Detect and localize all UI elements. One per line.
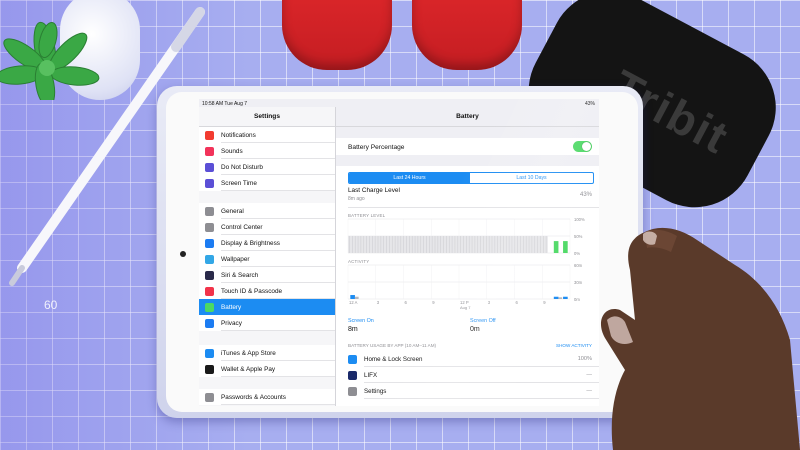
sidebar-item-label: Sounds xyxy=(221,147,243,155)
x-tick-label: 9 xyxy=(432,300,435,305)
chart-bar-secondary xyxy=(558,297,563,299)
hourglass-icon xyxy=(205,178,214,188)
sidebar-item-general[interactable]: General xyxy=(199,203,335,219)
headphones-right-cup xyxy=(412,0,522,70)
status-bar: 10:58 AM Tue Aug 7 43% xyxy=(199,99,599,107)
wallpaper-icon xyxy=(205,254,214,264)
settings-gear-icon xyxy=(348,386,357,396)
app-usage-row[interactable]: Settings — xyxy=(336,383,599,399)
mat-number: 60 xyxy=(44,298,58,312)
sidebar-item-notifications[interactable]: Notifications xyxy=(199,127,335,143)
home-lock-icon xyxy=(348,354,357,364)
x-date-label: Aug 7 xyxy=(460,305,471,310)
app-store-icon xyxy=(205,348,214,358)
screen-off-value: 0m xyxy=(470,326,480,333)
sidebar-title: Settings xyxy=(253,113,280,120)
sidebar-item-privacy[interactable]: Privacy xyxy=(199,315,335,331)
x-tick-label: 12 A xyxy=(349,300,358,305)
chart-bar xyxy=(350,295,355,299)
front-camera xyxy=(180,251,186,257)
sidebar-item-itunes-app-store[interactable]: iTunes & App Store xyxy=(199,345,335,361)
screen-on-label: Screen On xyxy=(348,318,374,324)
sidebar-item-label: General xyxy=(221,207,244,215)
y-tick-label: 0m xyxy=(574,297,580,302)
x-tick-label: 9 xyxy=(543,300,546,305)
notifications-icon xyxy=(205,130,214,140)
chart-bar xyxy=(563,296,568,299)
screen-on-value: 8m xyxy=(348,326,358,333)
y-tick-label: 0% xyxy=(574,251,580,256)
sidebar-item-label: Touch ID & Passcode xyxy=(221,287,283,295)
sounds-icon xyxy=(205,146,214,156)
hand-icon xyxy=(205,318,214,328)
screen-off-label: Screen Off xyxy=(470,318,496,324)
chart-bar xyxy=(553,241,559,253)
row-separator xyxy=(364,398,599,399)
app-usage-row[interactable]: Home & Lock Screen 100% xyxy=(336,351,599,367)
fingerprint-icon xyxy=(205,286,214,296)
headphones-left-cup xyxy=(282,0,392,70)
y-tick-label: 60m xyxy=(574,263,583,268)
x-tick-label: 3 xyxy=(488,300,491,305)
key-icon xyxy=(205,392,214,402)
status-time: 10:58 AM Tue Aug 7 xyxy=(202,100,248,107)
status-battery: 43% xyxy=(584,100,595,107)
sidebar-item-label: Control Center xyxy=(221,223,263,231)
sidebar-item-label: Do Not Disturb xyxy=(221,163,263,171)
sidebar-item-label: Display & Brightness xyxy=(221,239,280,247)
chart-bar xyxy=(553,296,559,299)
battery-detail-pane: Battery Battery Percentage Last 24 Hours… xyxy=(336,107,599,406)
aa-icon xyxy=(205,238,214,248)
x-tick-label: 3 xyxy=(377,300,380,305)
moon-icon xyxy=(205,162,214,172)
app-name: Settings xyxy=(364,387,387,395)
sidebar-item-do-not-disturb[interactable]: Do Not Disturb xyxy=(199,159,335,175)
row-separator xyxy=(221,190,335,191)
sidebar-item-label: Privacy xyxy=(221,319,242,327)
sidebar-item-label: iTunes & App Store xyxy=(221,349,276,357)
sidebar-item-label: Wallpaper xyxy=(221,255,250,263)
switches-icon xyxy=(205,222,214,232)
row-separator xyxy=(221,376,335,377)
sidebar-item-label: Passwords & Accounts xyxy=(221,393,287,401)
app-usage-row[interactable]: LIFX — xyxy=(336,367,599,383)
sidebar-item-screen-time[interactable]: Screen Time xyxy=(199,175,335,191)
sidebar-item-wallet-apple-pay[interactable]: Wallet & Apple Pay xyxy=(199,361,335,377)
y-tick-label: 30m xyxy=(574,280,583,285)
battery-icon xyxy=(205,302,214,312)
sidebar-item-label: Wallet & Apple Pay xyxy=(221,365,276,373)
app-name: Home & Lock Screen xyxy=(364,355,423,363)
ipad-screen: 10:58 AM Tue Aug 7 43% Settings Notifica… xyxy=(199,99,599,406)
hand xyxy=(600,227,800,450)
sidebar-item-battery[interactable]: Battery xyxy=(199,299,335,315)
app-name: LIFX xyxy=(364,371,378,379)
wallet-icon xyxy=(205,364,214,374)
y-tick-label: 50% xyxy=(574,234,583,239)
sidebar-item-display-brightness[interactable]: Display & Brightness xyxy=(199,235,335,251)
x-tick-label: 6 xyxy=(405,300,408,305)
sidebar-item-sounds[interactable]: Sounds xyxy=(199,143,335,159)
sidebar-item-siri-search[interactable]: Siri & Search xyxy=(199,267,335,283)
settings-sidebar: Settings Notifications Sounds Do Not Distu… xyxy=(199,107,336,406)
chart-bar-secondary xyxy=(354,296,359,299)
chart-bar xyxy=(563,241,568,253)
row-separator xyxy=(221,404,335,405)
battery-charts: 100%50%0%60m30m0m12 A 3 6 9 12 P 3 6 9Aug 7 xyxy=(347,217,585,310)
sidebar-item-label: Siri & Search xyxy=(221,271,259,279)
sidebar-item-label: Notifications xyxy=(221,131,256,139)
y-tick-label: 100% xyxy=(574,217,585,222)
sidebar-item-label: Screen Time xyxy=(221,179,257,187)
sidebar-item-label: Battery xyxy=(221,303,242,311)
row-separator xyxy=(221,330,335,331)
gear-icon xyxy=(205,206,214,216)
usage-by-app-header: BATTERY USAGE BY APP (10 AM–11 AM) xyxy=(348,343,437,348)
lifx-icon xyxy=(348,370,357,380)
sidebar-item-touch-id-passcode[interactable]: Touch ID & Passcode xyxy=(199,283,335,299)
sidebar-item-passwords-accounts[interactable]: Passwords & Accounts xyxy=(199,389,335,405)
sidebar-item-control-center[interactable]: Control Center xyxy=(199,219,335,235)
sidebar-item-wallpaper[interactable]: Wallpaper xyxy=(199,251,335,267)
siri-icon xyxy=(205,270,214,280)
x-tick-label: 6 xyxy=(516,300,519,305)
